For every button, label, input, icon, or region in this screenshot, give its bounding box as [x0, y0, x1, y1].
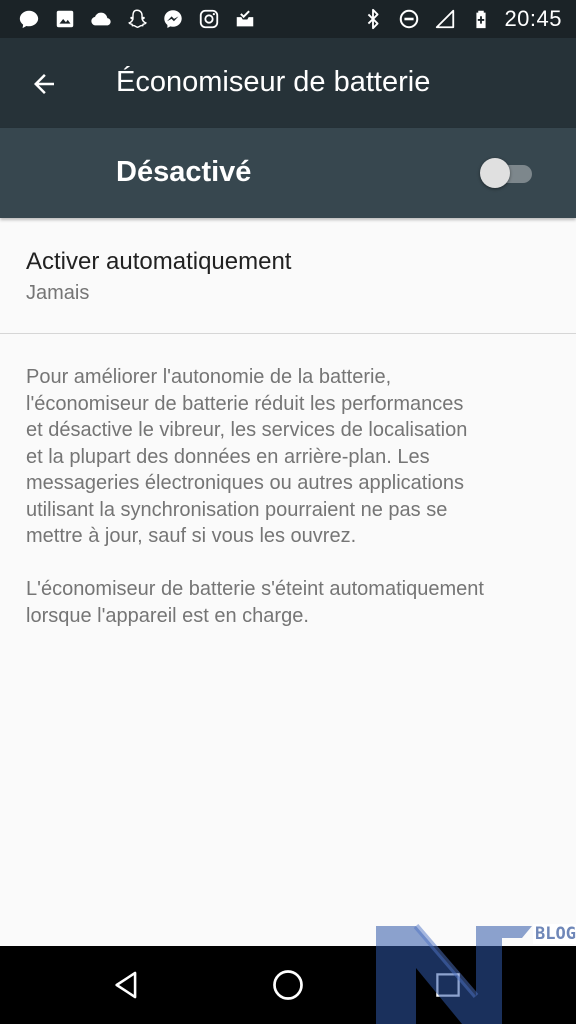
- instagram-icon: [196, 6, 222, 32]
- divider: [0, 333, 576, 334]
- battery-saver-icon: [468, 6, 494, 32]
- system-icons: 20:45: [360, 0, 576, 38]
- notification-icons: [0, 0, 258, 38]
- description-line: lorsque l'appareil est en charge.: [26, 604, 309, 627]
- description-line: messageries électroniques ou autres appl…: [26, 472, 465, 494]
- back-triangle-icon: [115, 971, 137, 999]
- messenger-icon: [160, 6, 186, 32]
- toggle-thumb: [480, 158, 510, 188]
- status-clock: 20:45: [504, 6, 562, 31]
- app-bar: Économiseur de batterie: [0, 38, 576, 128]
- battery-saver-toggle[interactable]: [480, 156, 536, 190]
- cloud-icon: [88, 6, 114, 32]
- back-button[interactable]: [22, 62, 66, 106]
- auto-enable-preference[interactable]: Activer automatiquement Jamais: [0, 218, 576, 334]
- preference-summary: Jamais: [26, 282, 90, 304]
- nav-home-button[interactable]: [263, 960, 313, 1010]
- page-title: Économiseur de batterie: [116, 66, 431, 98]
- battery-saver-description: Pour améliorer l'autonomie de la batteri…: [26, 364, 556, 629]
- snapchat-ghost-icon: [124, 6, 150, 32]
- description-line: utilisant la synchronisation pourraient …: [26, 498, 448, 521]
- status-bar: 20:45: [0, 0, 576, 38]
- description-line: mettre à jour, sauf si vous les ouvrez.: [26, 525, 357, 547]
- description-line: l'économiseur de batterie réduit les per…: [26, 392, 464, 415]
- switch-status-label: Désactivé: [116, 156, 252, 188]
- description-line: Pour améliorer l'autonomie de la batteri…: [26, 366, 392, 388]
- home-circle-icon: [273, 970, 303, 1000]
- do-not-disturb-icon: [396, 6, 422, 32]
- nav-back-button[interactable]: [103, 960, 153, 1010]
- watermark-text: BLOG: [533, 924, 576, 944]
- signal-icon: [432, 6, 458, 32]
- image-icon: [52, 6, 78, 32]
- description-line: L'économiseur de batterie s'éteint autom…: [26, 578, 484, 600]
- navigation-bar: [0, 946, 576, 1024]
- inbox-check-icon: [232, 6, 258, 32]
- description-line: et désactive le vibreur, les services de…: [26, 419, 468, 441]
- bluetooth-icon: [360, 6, 386, 32]
- arrow-back-icon: [34, 74, 54, 94]
- chat-bubble-icon: [16, 6, 42, 32]
- description-line: et la plupart des données en arrière-pla…: [26, 445, 430, 468]
- preference-title: Activer automatiquement: [26, 248, 292, 275]
- recents-square-icon: [436, 973, 460, 997]
- nav-recents-button[interactable]: [423, 960, 473, 1010]
